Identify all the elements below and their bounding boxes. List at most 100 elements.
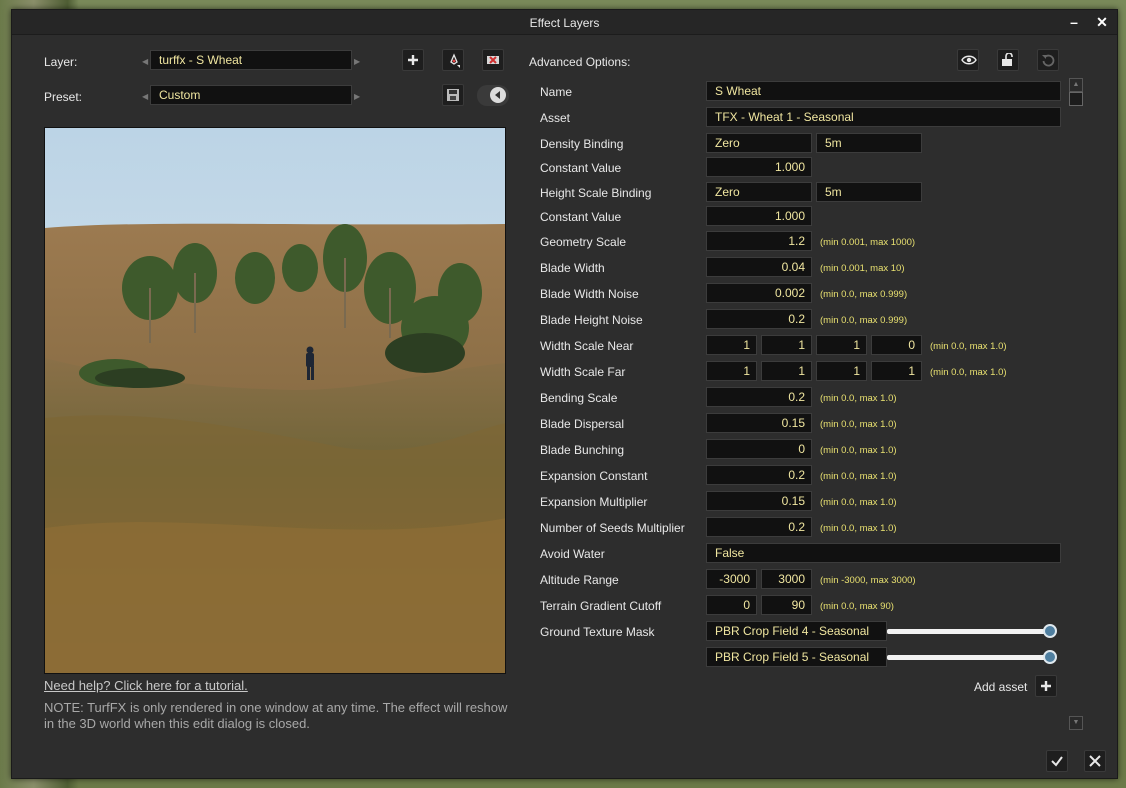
texture-mask-slider[interactable] xyxy=(887,629,1051,634)
effect-layers-dialog: Effect Layers – ✕ Layer: ◀ turffx - S Wh… xyxy=(11,9,1118,779)
blade-width-noise-range: (min 0.0, max 0.999) xyxy=(820,289,908,300)
width-scale-far-x[interactable]: 1 xyxy=(706,361,757,381)
blade-width-range: (min 0.001, max 10) xyxy=(820,263,905,274)
close-window-icon[interactable]: ✕ xyxy=(1092,13,1112,31)
layer-label: Layer: xyxy=(44,55,78,69)
help-link[interactable]: Need help? Click here for a tutorial. xyxy=(44,678,248,693)
blade-width-noise-field[interactable]: 0.002 xyxy=(706,283,812,303)
expansion-constant-label: Expansion Constant xyxy=(540,469,648,483)
blade-dispersal-field[interactable]: 0.15 xyxy=(706,413,812,433)
edit-layer-button[interactable] xyxy=(442,49,464,71)
blade-width-field[interactable]: 0.04 xyxy=(706,257,812,277)
eye-icon xyxy=(961,55,977,65)
blade-height-noise-range: (min 0.0, max 0.999) xyxy=(820,315,908,326)
expansion-multiplier-field[interactable]: 0.15 xyxy=(706,491,812,511)
constant-value-field[interactable]: 1.000 xyxy=(706,206,812,226)
seeds-multiplier-label: Number of Seeds Multiplier xyxy=(540,521,685,535)
scrollbar-thumb[interactable] xyxy=(1069,92,1083,106)
density-binding-select[interactable]: Zero xyxy=(706,133,812,153)
width-scale-far-w[interactable]: 1 xyxy=(871,361,922,381)
title-bar[interactable]: Effect Layers – ✕ xyxy=(12,10,1117,35)
width-scale-far-y[interactable]: 1 xyxy=(761,361,812,381)
geometry-scale-label: Geometry Scale xyxy=(540,235,627,249)
blade-height-noise-field[interactable]: 0.2 xyxy=(706,309,812,329)
constant-value-label: Constant Value xyxy=(540,210,622,224)
height-scale-binding-label: Height Scale Binding xyxy=(540,186,652,200)
seeds-multiplier-range: (min 0.0, max 1.0) xyxy=(820,523,897,534)
altitude-max-field[interactable]: 3000 xyxy=(761,569,812,589)
texture-mask-item[interactable]: PBR Crop Field 4 - Seasonal xyxy=(706,621,887,641)
cancel-button[interactable] xyxy=(1084,750,1106,772)
height-scale-binding-distance-select[interactable]: 5m xyxy=(816,182,922,202)
bending-scale-field[interactable]: 0.2 xyxy=(706,387,812,407)
geometry-scale-range: (min 0.001, max 1000) xyxy=(820,237,916,248)
density-binding-distance-select[interactable]: 5m xyxy=(816,133,922,153)
undo-icon xyxy=(1042,54,1055,67)
preview-viewport[interactable] xyxy=(44,127,506,674)
blade-dispersal-range: (min 0.0, max 1.0) xyxy=(820,419,897,430)
scroll-down-icon[interactable]: ▼ xyxy=(1069,716,1083,730)
preset-prev-arrow-icon[interactable]: ◀ xyxy=(142,92,148,101)
delete-layer-button[interactable] xyxy=(482,49,504,71)
geometry-scale-field[interactable]: 1.2 xyxy=(706,231,812,251)
gradient-min-field[interactable]: 0 xyxy=(706,595,757,615)
seeds-multiplier-field[interactable]: 0.2 xyxy=(706,517,812,537)
width-scale-near-y[interactable]: 1 xyxy=(761,335,812,355)
altitude-min-field[interactable]: -3000 xyxy=(706,569,757,589)
avoid-water-select[interactable]: False xyxy=(706,543,1061,563)
add-layer-button[interactable] xyxy=(402,49,424,71)
avoid-water-label: Avoid Water xyxy=(540,547,605,561)
terrain-preview-image xyxy=(45,128,505,673)
bending-scale-range: (min 0.0, max 1.0) xyxy=(820,393,897,404)
gradient-max-field[interactable]: 90 xyxy=(761,595,812,615)
width-scale-near-x[interactable]: 1 xyxy=(706,335,757,355)
paint-icon xyxy=(450,53,460,68)
close-icon xyxy=(1089,755,1101,767)
width-scale-far-z[interactable]: 1 xyxy=(816,361,867,381)
width-scale-near-w[interactable]: 0 xyxy=(871,335,922,355)
chevron-left-icon xyxy=(490,87,506,103)
preset-next-arrow-icon[interactable]: ▶ xyxy=(354,92,360,101)
width-scale-far-range: (min 0.0, max 1.0) xyxy=(930,367,1007,378)
scroll-up-icon[interactable]: ▲ xyxy=(1069,78,1083,92)
asset-field[interactable]: TFX - Wheat 1 - Seasonal xyxy=(706,107,1061,127)
blade-width-noise-label: Blade Width Noise xyxy=(540,287,639,301)
density-binding-label: Density Binding xyxy=(540,137,624,151)
reset-button[interactable] xyxy=(1037,49,1059,71)
width-scale-near-z[interactable]: 1 xyxy=(816,335,867,355)
delete-icon xyxy=(487,56,499,64)
texture-mask-slider[interactable] xyxy=(887,655,1051,660)
add-asset-button[interactable] xyxy=(1035,675,1057,697)
layer-next-arrow-icon[interactable]: ▶ xyxy=(354,57,360,66)
save-preset-button[interactable] xyxy=(442,84,464,106)
texture-mask-item[interactable]: PBR Crop Field 5 - Seasonal xyxy=(706,647,887,667)
blade-width-label: Blade Width xyxy=(540,261,605,275)
name-field[interactable]: S Wheat xyxy=(706,81,1061,101)
width-scale-near-label: Width Scale Near xyxy=(540,339,634,353)
texture-mask-slider-handle[interactable] xyxy=(1043,624,1057,638)
height-scale-binding-select[interactable]: Zero xyxy=(706,182,812,202)
confirm-button[interactable] xyxy=(1046,750,1068,772)
asset-label: Asset xyxy=(540,111,571,125)
texture-mask-slider-handle[interactable] xyxy=(1043,650,1057,664)
constant-value-field[interactable]: 1.000 xyxy=(706,157,812,177)
preset-label: Preset: xyxy=(44,90,83,104)
visibility-button[interactable] xyxy=(957,49,979,71)
blade-bunching-label: Blade Bunching xyxy=(540,443,625,457)
blade-dispersal-label: Blade Dispersal xyxy=(540,417,625,431)
window-title: Effect Layers xyxy=(529,16,600,30)
collapse-toggle[interactable] xyxy=(477,85,509,106)
expansion-constant-field[interactable]: 0.2 xyxy=(706,465,812,485)
preset-select[interactable]: Custom xyxy=(150,85,352,105)
lock-button[interactable] xyxy=(997,49,1019,71)
blade-bunching-range: (min 0.0, max 1.0) xyxy=(820,445,897,456)
expansion-constant-range: (min 0.0, max 1.0) xyxy=(820,471,897,482)
layer-prev-arrow-icon[interactable]: ◀ xyxy=(142,57,148,66)
blade-bunching-field[interactable]: 0 xyxy=(706,439,812,459)
properties-scrollbar[interactable]: ▲ ▼ xyxy=(1069,78,1083,732)
width-scale-near-range: (min 0.0, max 1.0) xyxy=(930,341,1007,352)
altitude-range-label: Altitude Range xyxy=(540,573,619,587)
terrain-gradient-label: Terrain Gradient Cutoff xyxy=(540,599,662,613)
minimize-icon[interactable]: – xyxy=(1064,13,1084,31)
layer-select[interactable]: turffx - S Wheat xyxy=(150,50,352,70)
